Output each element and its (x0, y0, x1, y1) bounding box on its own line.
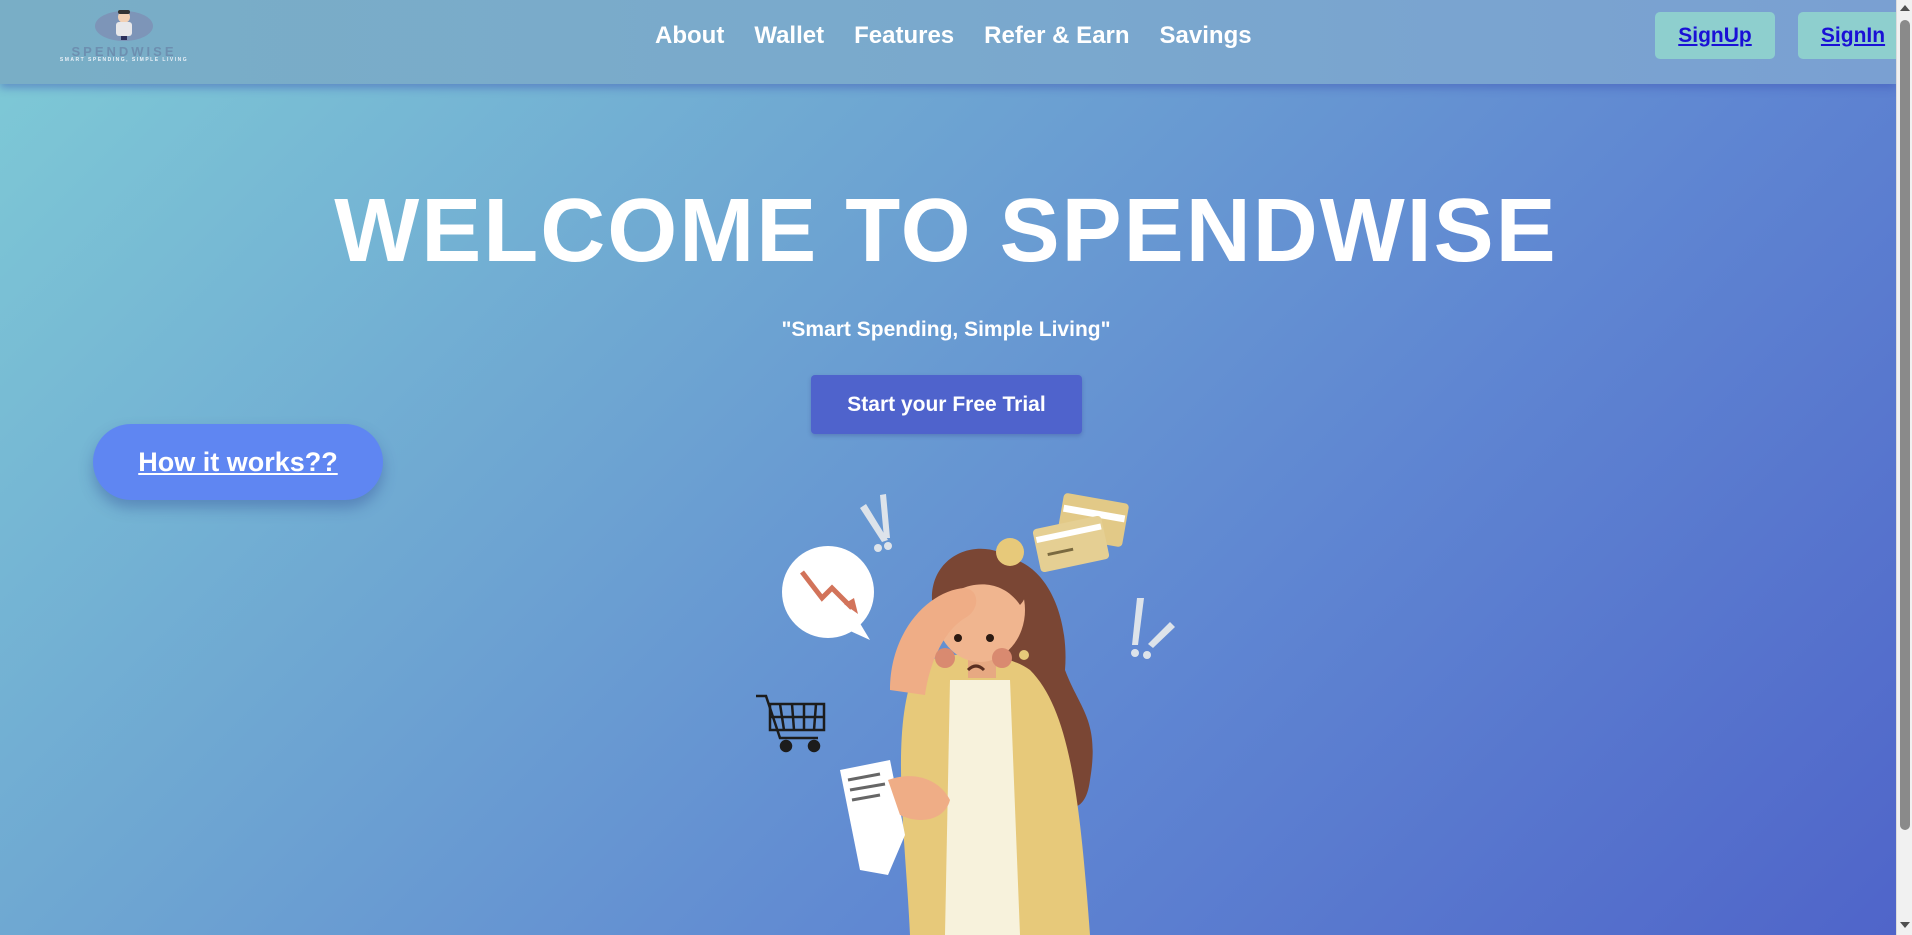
signin-button[interactable]: SignIn (1798, 12, 1896, 59)
hero-illustration (740, 480, 1180, 935)
scroll-up-icon[interactable] (1900, 5, 1910, 11)
logo[interactable]: SPENDWISE SMART SPENDING, SIMPLE LIVING (42, 6, 206, 66)
credit-cards-icon (1032, 493, 1129, 573)
free-trial-button[interactable]: Start your Free Trial (811, 375, 1082, 434)
nav-wallet[interactable]: Wallet (754, 22, 824, 50)
falling-graph-icon (782, 546, 874, 640)
main-nav: About Wallet Features Refer & Earn Savin… (655, 22, 1252, 50)
signup-button[interactable]: SignUp (1655, 12, 1775, 59)
exclamation-icon (860, 494, 892, 552)
nav-savings[interactable]: Savings (1160, 22, 1252, 50)
page: SPENDWISE SMART SPENDING, SIMPLE LIVING … (0, 0, 1896, 935)
hero-title: WELCOME TO SPENDWISE (334, 181, 1558, 281)
page-scrollbar[interactable] (1896, 0, 1912, 935)
nav-refer-earn[interactable]: Refer & Earn (984, 22, 1129, 50)
navbar: SPENDWISE SMART SPENDING, SIMPLE LIVING … (0, 0, 1896, 84)
scroll-down-icon[interactable] (1900, 922, 1910, 928)
brand-tagline: SMART SPENDING, SIMPLE LIVING (59, 57, 189, 63)
stressed-woman-illustration (756, 493, 1175, 935)
nav-about[interactable]: About (655, 22, 724, 50)
nav-features[interactable]: Features (854, 22, 954, 50)
scroll-thumb[interactable] (1900, 20, 1910, 830)
how-it-works-button[interactable]: How it works?? (93, 424, 383, 500)
hero-tagline: "Smart Spending, Simple Living" (781, 318, 1111, 341)
shopping-cart-icon (756, 694, 826, 753)
